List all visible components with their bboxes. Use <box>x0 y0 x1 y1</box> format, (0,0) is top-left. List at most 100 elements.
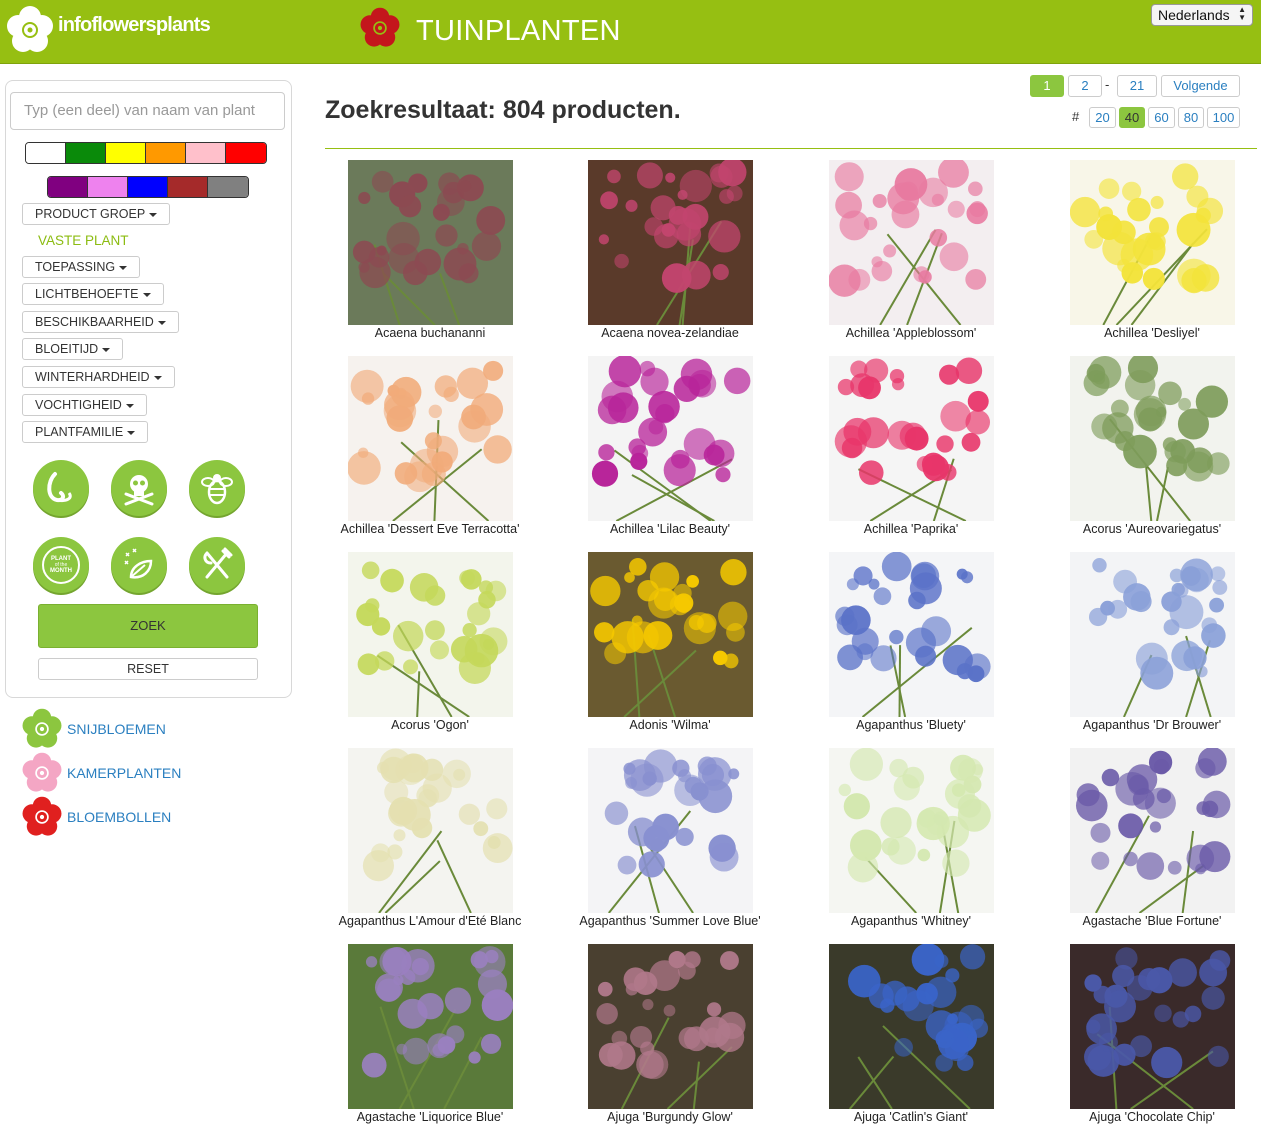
per-page-60[interactable]: 60 <box>1148 107 1175 128</box>
bee-icon[interactable] <box>189 460 245 516</box>
product-name[interactable]: Agapanthus 'Bluety' <box>806 718 1016 732</box>
badge-line-3: MONTH <box>50 568 72 574</box>
color-swatch[interactable] <box>26 143 66 163</box>
plant-of-the-month-icon[interactable]: PLANT of the MONTH <box>33 537 89 593</box>
color-swatch[interactable] <box>48 177 88 197</box>
product-name[interactable]: Ajuga 'Catlin's Giant' <box>806 1110 1016 1124</box>
color-swatch[interactable] <box>106 143 146 163</box>
product-image[interactable] <box>348 356 513 521</box>
product-image[interactable] <box>1070 356 1235 521</box>
product-name[interactable]: Agastache 'Liquorice Blue' <box>325 1110 535 1124</box>
filter-label: TOEPASSING <box>35 260 116 274</box>
product-name[interactable]: Agapanthus 'Whitney' <box>806 914 1016 928</box>
category-label: KAMERPLANTEN <box>67 765 182 781</box>
product-image[interactable] <box>829 748 994 913</box>
product-name[interactable]: Acaena novea-zelandiae <box>565 326 775 340</box>
product-name[interactable]: Adonis 'Wilma' <box>565 718 775 732</box>
product-name[interactable]: Agapanthus L'Amour d'Eté Blanc <box>325 914 535 928</box>
product-image[interactable] <box>829 356 994 521</box>
language-select[interactable]: Nederlands ▲ ▼ <box>1151 4 1253 26</box>
active-filter-tag[interactable]: VASTE PLANT <box>38 233 129 248</box>
product-name[interactable]: Achillea 'Appleblossom' <box>806 326 1016 340</box>
filter-bloeitijd[interactable]: BLOEITIJD <box>22 338 124 360</box>
product-image[interactable] <box>1070 552 1235 717</box>
product-name[interactable]: Achillea 'Lilac Beauty' <box>565 522 775 536</box>
site-logo[interactable]: infoflowersplants <box>4 4 211 56</box>
color-filter-row-1 <box>25 142 267 164</box>
product-name[interactable]: Achillea 'Desliyel' <box>1047 326 1257 340</box>
filter-label: BESCHIKBAARHEID <box>35 315 154 329</box>
category-link-kamerplanten[interactable]: KAMERPLANTEN <box>20 751 181 795</box>
category-label: BLOEMBOLLEN <box>67 809 172 825</box>
product-image[interactable] <box>588 160 753 325</box>
category-label: SNIJBLOEMEN <box>67 721 166 737</box>
product-image[interactable] <box>348 160 513 325</box>
filter-plantfamilie[interactable]: PLANTFAMILIE <box>22 421 149 443</box>
product-image[interactable] <box>348 748 513 913</box>
color-swatch[interactable] <box>208 177 248 197</box>
product-name[interactable]: Achillea 'Dessert Eve Terracotta' <box>325 522 535 536</box>
next-page-button[interactable]: Volgende <box>1161 75 1240 97</box>
product-image[interactable] <box>1070 748 1235 913</box>
filter-toepassing[interactable]: TOEPASSING <box>22 256 141 278</box>
filter-vochtigheid[interactable]: VOCHTIGHEID <box>22 394 147 416</box>
per-page-40[interactable]: 40 <box>1119 107 1145 128</box>
product-name[interactable]: Achillea 'Paprika' <box>806 522 1016 536</box>
product-image[interactable] <box>1070 160 1235 325</box>
product-name[interactable]: Acaena buchananni <box>325 326 535 340</box>
color-swatch[interactable] <box>66 143 106 163</box>
reset-button[interactable]: RESET <box>38 658 258 680</box>
page-2-button[interactable]: 2 <box>1068 75 1102 97</box>
filter-label: WINTERHARDHEID <box>35 370 150 384</box>
product-image[interactable] <box>348 552 513 717</box>
page-last-button[interactable]: 21 <box>1117 75 1157 97</box>
plant-search-input[interactable]: Typ (een deel) van naam van plant <box>10 92 285 130</box>
red-flower-icon <box>22 796 62 836</box>
color-swatch[interactable] <box>128 177 168 197</box>
color-swatch[interactable] <box>168 177 208 197</box>
product-image[interactable] <box>588 552 753 717</box>
color-swatch[interactable] <box>186 143 226 163</box>
per-page-100[interactable]: 100 <box>1207 107 1240 128</box>
product-name[interactable]: Ajuga 'Burgundy Glow' <box>565 1110 775 1124</box>
product-name[interactable]: Agapanthus 'Dr Brouwer' <box>1047 718 1257 732</box>
category-link-bloembollen[interactable]: BLOEMBOLLEN <box>20 795 171 839</box>
product-name[interactable]: Acorus 'Aureovariegatus' <box>1047 522 1257 536</box>
results-divider <box>325 148 1257 149</box>
product-name[interactable]: Agapanthus 'Summer Love Blue' <box>565 914 775 928</box>
per-page-80[interactable]: 80 <box>1178 107 1204 128</box>
color-swatch[interactable] <box>226 143 266 163</box>
zoek-button[interactable]: ZOEK <box>38 604 258 648</box>
product-image[interactable] <box>829 160 994 325</box>
color-filter-row-2 <box>47 176 249 198</box>
per-page-label: # <box>1072 109 1080 124</box>
select-arrows-icon: ▲ ▼ <box>1238 5 1246 22</box>
product-image[interactable] <box>1070 944 1235 1109</box>
hook-icon[interactable] <box>33 460 89 516</box>
page-1-button[interactable]: 1 <box>1030 75 1064 97</box>
product-image[interactable] <box>348 944 513 1109</box>
per-page-20[interactable]: 20 <box>1089 107 1116 128</box>
caret-down-icon <box>142 292 151 297</box>
product-name[interactable]: Ajuga 'Chocolate Chip' <box>1047 1110 1257 1124</box>
product-name[interactable]: Agastache 'Blue Fortune' <box>1047 914 1257 928</box>
product-image[interactable] <box>588 944 753 1109</box>
product-image[interactable] <box>588 748 753 913</box>
filter-product-groep[interactable]: PRODUCT GROEP <box>22 203 171 225</box>
product-image[interactable] <box>829 552 994 717</box>
product-image[interactable] <box>588 356 753 521</box>
color-swatch[interactable] <box>146 143 186 163</box>
product-image[interactable] <box>829 944 994 1109</box>
product-name[interactable]: Acorus 'Ogon' <box>325 718 535 732</box>
caret-down-icon <box>149 212 158 217</box>
fragrance-leaf-icon[interactable] <box>111 537 167 593</box>
poison-skull-icon[interactable] <box>111 460 167 516</box>
caret-down-icon <box>153 375 162 380</box>
filter-lichtbehoefte[interactable]: LICHTBEHOEFTE <box>22 283 164 305</box>
caret-down-icon <box>102 347 111 352</box>
category-link-snijbloemen[interactable]: SNIJBLOEMEN <box>20 707 166 751</box>
color-swatch[interactable] <box>88 177 128 197</box>
filter-winterhardheid[interactable]: WINTERHARDHEID <box>22 366 175 388</box>
filter-beschikbaarheid[interactable]: BESCHIKBAARHEID <box>22 311 179 333</box>
edible-fork-knife-icon[interactable] <box>189 537 245 593</box>
